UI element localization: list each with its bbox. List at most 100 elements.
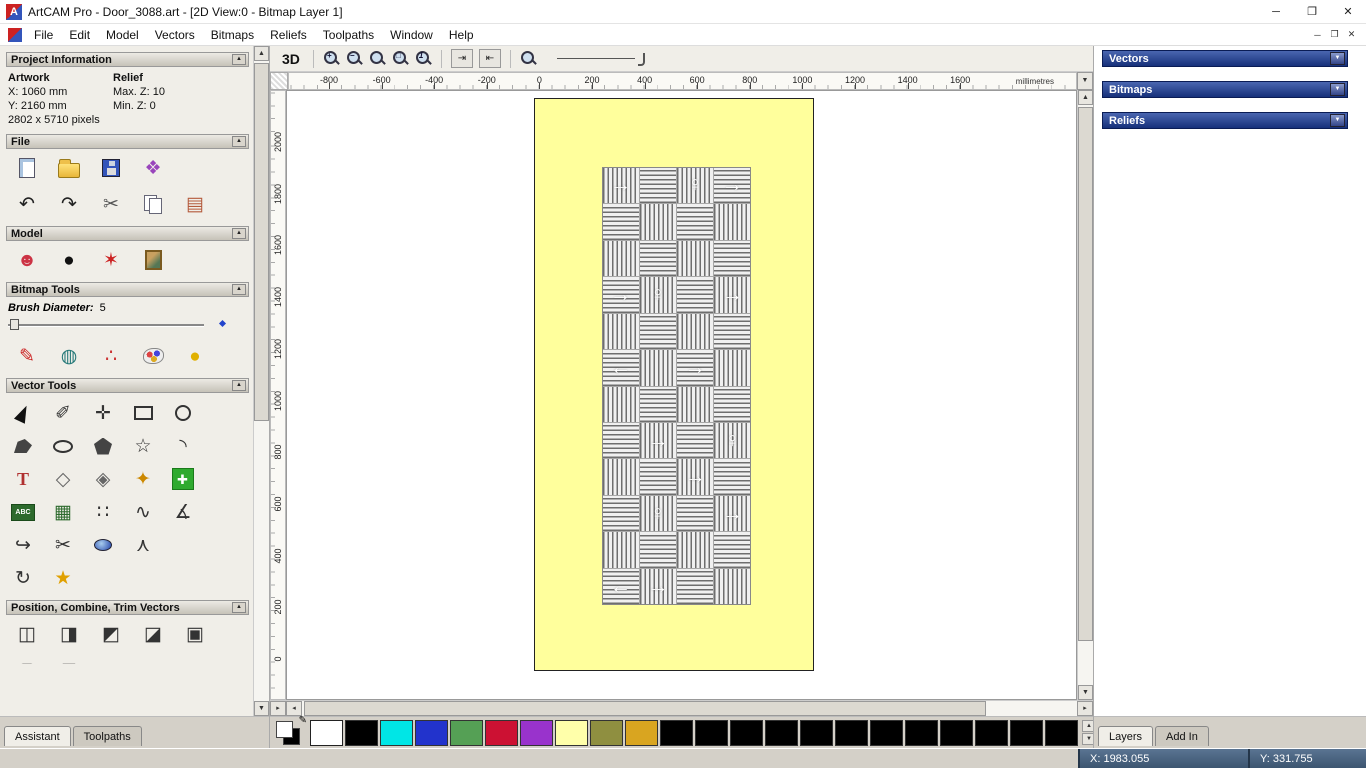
zoom-fit-icon[interactable]: □	[392, 50, 409, 67]
create-rectangle-icon[interactable]	[130, 400, 156, 426]
open-model-icon[interactable]	[56, 155, 82, 181]
colour-palette-icon[interactable]	[140, 343, 166, 369]
close-button[interactable]: ✕	[1330, 0, 1366, 23]
close-vector-icon[interactable]: ↻	[10, 565, 36, 591]
brush-diameter-slider[interactable]	[8, 318, 204, 332]
flood-fill-icon[interactable]: ●	[182, 343, 208, 369]
vertical-scrollbar[interactable]: ▲ ▼	[1077, 90, 1093, 700]
align-right-icon[interactable]: ◨	[56, 621, 82, 647]
scrollbar-thumb[interactable]	[1078, 107, 1093, 641]
cut-icon[interactable]: ✂	[98, 191, 124, 217]
minimize-button[interactable]: ─	[1258, 0, 1294, 23]
primary-secondary-colour-icon[interactable]: ✎	[274, 715, 307, 747]
palette-swatch-14[interactable]	[800, 719, 833, 746]
section-header-project-information[interactable]: Project Information ▲	[6, 52, 249, 67]
tab-toolpaths[interactable]: Toolpaths	[72, 726, 142, 746]
draw-bitmap-icon[interactable]: ✎	[14, 343, 40, 369]
palette-swatch-8[interactable]	[590, 719, 623, 746]
panel-header-bitmaps[interactable]: Bitmaps ▼	[1102, 81, 1348, 98]
collapse-arrow-icon[interactable]: ▲	[232, 136, 246, 147]
palette-swatch-4[interactable]	[450, 719, 483, 746]
assistant-scrollbar[interactable]: ▲ ▼	[253, 46, 269, 716]
model-image-icon[interactable]	[140, 247, 166, 273]
import-icon[interactable]: ❖	[140, 155, 166, 181]
section-header-model[interactable]: Model ▲	[6, 226, 249, 241]
tab-layers[interactable]: Layers	[1098, 726, 1154, 746]
palette-swatch-20[interactable]	[1010, 719, 1043, 746]
create-star-icon[interactable]: ☆	[130, 433, 156, 459]
palette-swatch-1[interactable]	[345, 719, 378, 746]
palette-swatch-6[interactable]	[520, 719, 553, 746]
block-copy-icon[interactable]	[170, 466, 196, 492]
palette-swatch-9[interactable]	[625, 719, 658, 746]
group-vectors-icon[interactable]: ▢	[14, 657, 40, 665]
model-figure-icon[interactable]: ☻	[14, 247, 40, 273]
panel-header-vectors[interactable]: Vectors ▼	[1102, 50, 1348, 67]
line-width-widget[interactable]	[556, 51, 649, 67]
zoom-out-icon[interactable]: −	[346, 50, 363, 67]
scroll-up-icon[interactable]: ▲	[254, 46, 269, 61]
array-copy-icon[interactable]: ∷	[98, 657, 124, 665]
scroll-down-icon[interactable]: ▼	[254, 701, 269, 716]
menu-reliefs[interactable]: Reliefs	[262, 25, 315, 45]
palette-swatch-7[interactable]	[555, 719, 588, 746]
zoom-window-icon[interactable]	[369, 50, 386, 67]
door-artwork[interactable]: → ♀ → → ♀ → ← → → ♀ → ♀ → ← →	[534, 98, 814, 671]
palette-swatch-12[interactable]	[730, 719, 763, 746]
section-header-vector-tools[interactable]: Vector Tools ▲	[6, 378, 249, 393]
create-circle-icon[interactable]	[170, 400, 196, 426]
offset-vector-icon[interactable]: ◈	[90, 466, 116, 492]
menu-toolpaths[interactable]: Toolpaths	[315, 25, 382, 45]
menu-vectors[interactable]: Vectors	[147, 25, 203, 45]
measure-icon[interactable]: ∡	[170, 499, 196, 525]
tab-add-in[interactable]: Add In	[1155, 726, 1209, 746]
text-block-icon[interactable]	[10, 499, 36, 525]
palette-swatch-16[interactable]	[870, 719, 903, 746]
section-header-position-combine-trim[interactable]: Position, Combine, Trim Vectors ▲	[6, 600, 249, 615]
collapse-arrow-icon[interactable]: ▲	[232, 284, 246, 295]
make-grid-icon[interactable]: ▦	[50, 499, 76, 525]
scroll-down-icon[interactable]: ▼	[1078, 685, 1093, 700]
text-on-curve-icon[interactable]: ◇	[50, 466, 76, 492]
paste-along-curve-icon[interactable]: ∿	[130, 499, 156, 525]
undo-icon[interactable]: ↶	[14, 191, 40, 217]
nesting-icon[interactable]: Nes	[140, 657, 166, 664]
palette-swatch-5[interactable]	[485, 719, 518, 746]
scrollbar-thumb[interactable]	[254, 63, 269, 422]
palette-swatch-15[interactable]	[835, 719, 868, 746]
fit-curves-icon[interactable]: ⋏	[130, 532, 156, 558]
palette-swatch-11[interactable]	[695, 719, 728, 746]
tab-assistant[interactable]: Assistant	[4, 726, 71, 746]
join-vectors-icon[interactable]: ↪	[10, 532, 36, 558]
palette-swatch-17[interactable]	[905, 719, 938, 746]
collapse-arrow-icon[interactable]: ▲	[232, 228, 246, 239]
paste-array-icon[interactable]: ∷	[90, 499, 116, 525]
menu-edit[interactable]: Edit	[61, 25, 98, 45]
align-left-icon[interactable]: ◫	[14, 621, 40, 647]
paste-icon[interactable]: ▤	[182, 191, 208, 217]
model-sphere-icon[interactable]: ●	[56, 247, 82, 273]
palette-swatch-3[interactable]	[415, 719, 448, 746]
menu-help[interactable]: Help	[441, 25, 482, 45]
spacer[interactable]	[170, 532, 196, 558]
texture-vector-icon[interactable]: ★	[50, 565, 76, 591]
paint-bitmap-icon[interactable]: ◍	[56, 343, 82, 369]
select-vectors-icon[interactable]	[10, 400, 36, 426]
dropdown-arrow-icon[interactable]: ▼	[1330, 114, 1345, 127]
create-text-icon[interactable]	[10, 466, 36, 492]
mdi-minimize-button[interactable]: ─	[1309, 27, 1326, 43]
palette-swatch-2[interactable]	[380, 719, 413, 746]
collapse-arrow-icon[interactable]: ▲	[232, 54, 246, 65]
create-ellipse-icon[interactable]	[50, 433, 76, 459]
pan-mode-icon[interactable]: ▸	[270, 701, 286, 716]
palette-swatch-18[interactable]	[940, 719, 973, 746]
palette-swatch-19[interactable]	[975, 719, 1008, 746]
mdi-close-button[interactable]: ✕	[1343, 27, 1360, 43]
snap-grid-button[interactable]: ⇥	[450, 49, 473, 68]
menu-window[interactable]: Window	[382, 25, 441, 45]
node-editing-icon[interactable]: ✐	[50, 400, 76, 426]
palette-swatch-10[interactable]	[660, 719, 693, 746]
menu-model[interactable]: Model	[98, 25, 147, 45]
model-stamp-icon[interactable]: ✶	[98, 247, 124, 273]
create-freeform-icon[interactable]	[10, 433, 36, 459]
